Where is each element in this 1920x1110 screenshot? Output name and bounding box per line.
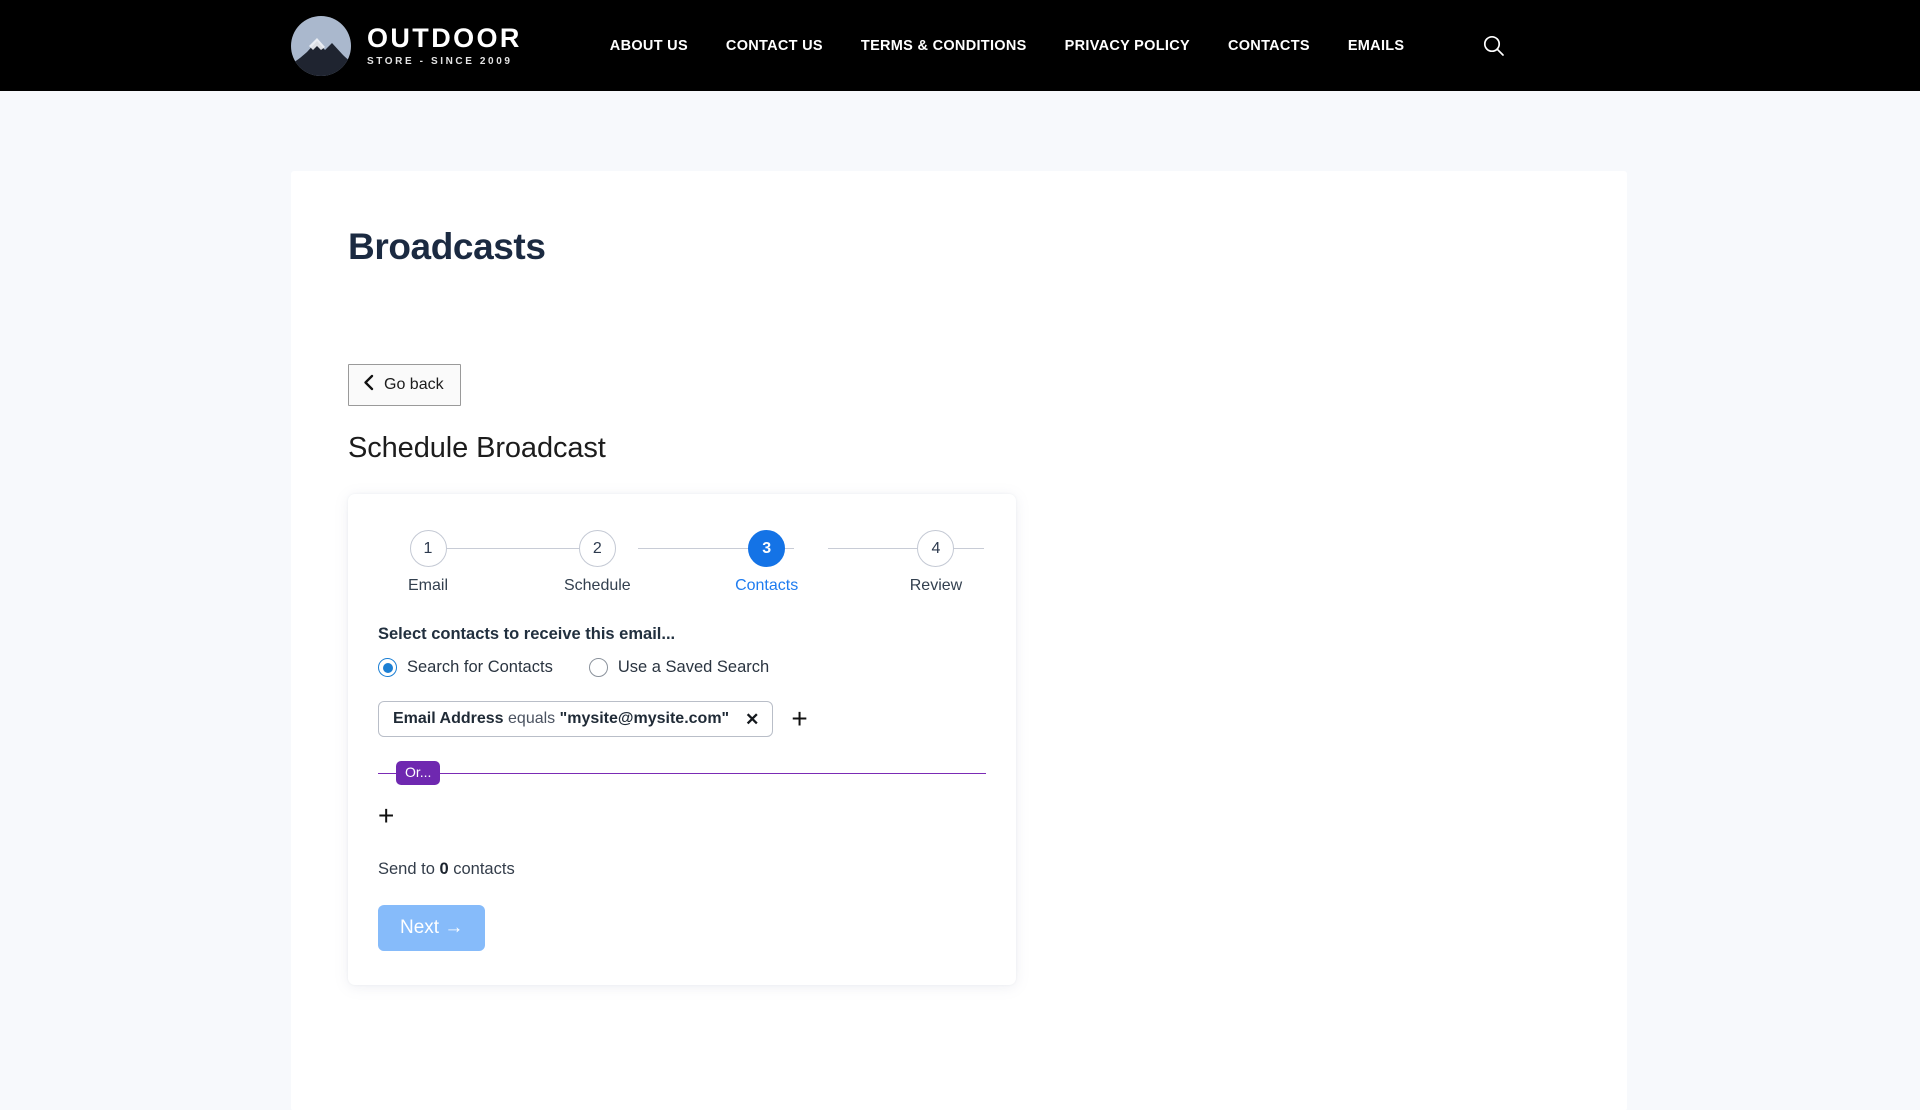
send-summary-count: 0 xyxy=(439,860,449,878)
step-number-badge[interactable]: 2 xyxy=(578,530,616,567)
criteria-row: Email Address equals "mysite@mysite.com"… xyxy=(378,701,986,737)
add-group-row: + xyxy=(378,802,986,830)
nav-item-privacy-policy[interactable]: PRIVACY POLICY xyxy=(1065,38,1190,54)
criterion-operator: equals xyxy=(508,710,556,727)
content-panel: Broadcasts Go back Schedule Broadcast 1 … xyxy=(291,171,1627,1110)
brand-logo[interactable]: OUTDOOR STORE - SINCE 2009 xyxy=(291,15,522,76)
step-label: Email xyxy=(407,577,448,594)
chevron-left-icon xyxy=(363,374,374,396)
or-divider-line xyxy=(378,773,986,774)
wizard-step-contacts[interactable]: 3 Contacts xyxy=(721,530,813,595)
radio-label: Search for Contacts xyxy=(407,658,553,676)
send-summary-prefix: Send to xyxy=(378,860,440,878)
send-summary-suffix: contacts xyxy=(448,860,515,878)
search-icon[interactable] xyxy=(1480,33,1506,59)
or-badge-label: Or... xyxy=(396,761,441,785)
contact-source-radio-group: Search for Contacts Use a Saved Search xyxy=(378,658,986,677)
step-label: Review xyxy=(909,577,963,594)
step-label: Schedule xyxy=(563,577,631,594)
radio-search-for-contacts[interactable]: Search for Contacts xyxy=(378,658,553,677)
criterion-field: Email Address xyxy=(393,710,504,727)
brand-subtitle: STORE - SINCE 2009 xyxy=(367,56,513,68)
close-icon[interactable]: ✕ xyxy=(745,711,759,728)
nav-item-contact-us[interactable]: CONTACT US xyxy=(726,38,823,54)
nav-item-terms-and-conditions[interactable]: TERMS & CONDITIONS xyxy=(861,38,1027,54)
radio-indicator[interactable] xyxy=(378,658,397,677)
criterion-value: "mysite@mysite.com" xyxy=(559,710,730,727)
site-header: OUTDOOR STORE - SINCE 2009 ABOUT US CONT… xyxy=(0,0,1920,91)
nav-item-emails[interactable]: EMAILS xyxy=(1348,38,1405,54)
plus-icon-add-criterion[interactable]: + xyxy=(791,705,807,733)
radio-use-a-saved-search[interactable]: Use a Saved Search xyxy=(588,658,770,677)
radio-label: Use a Saved Search xyxy=(617,658,770,676)
section-title: Schedule Broadcast xyxy=(348,432,606,464)
radio-indicator[interactable] xyxy=(588,658,608,677)
wizard-step-schedule[interactable]: 2 Schedule xyxy=(551,530,643,595)
wizard-stepper: 1 Email 2 Schedule 3 Contacts 4 Review xyxy=(378,530,986,595)
plus-icon-add-group[interactable]: + xyxy=(378,800,394,831)
step-label: Contacts xyxy=(735,577,799,594)
or-divider: Or... xyxy=(378,760,986,786)
wizard-step-review[interactable]: 4 Review xyxy=(890,530,982,595)
main-navigation: ABOUT US CONTACT US TERMS & CONDITIONS P… xyxy=(610,33,1507,59)
next-button[interactable]: Next → xyxy=(378,905,486,951)
page-background: Broadcasts Go back Schedule Broadcast 1 … xyxy=(0,91,1920,1110)
send-to-summary: Send to 0 contacts xyxy=(378,860,986,879)
step-number-badge[interactable]: 1 xyxy=(409,530,447,567)
go-back-button[interactable]: Go back xyxy=(348,364,461,406)
mountain-circle-logo-icon xyxy=(291,15,351,76)
select-contacts-prompt: Select contacts to receive this email... xyxy=(378,625,676,643)
nav-item-about-us[interactable]: ABOUT US xyxy=(610,38,688,54)
brand-title: OUTDOOR xyxy=(367,22,522,53)
step-number-badge[interactable]: 4 xyxy=(917,530,955,567)
step-number-badge[interactable]: 3 xyxy=(748,530,786,567)
wizard-step-email[interactable]: 1 Email xyxy=(382,530,474,595)
page-title: Broadcasts xyxy=(348,226,546,267)
go-back-label: Go back xyxy=(384,376,444,393)
nav-item-contacts[interactable]: CONTACTS xyxy=(1228,38,1310,54)
schedule-broadcast-card: 1 Email 2 Schedule 3 Contacts 4 Review S… xyxy=(348,494,1016,985)
criterion-chip[interactable]: Email Address equals "mysite@mysite.com"… xyxy=(378,701,774,737)
